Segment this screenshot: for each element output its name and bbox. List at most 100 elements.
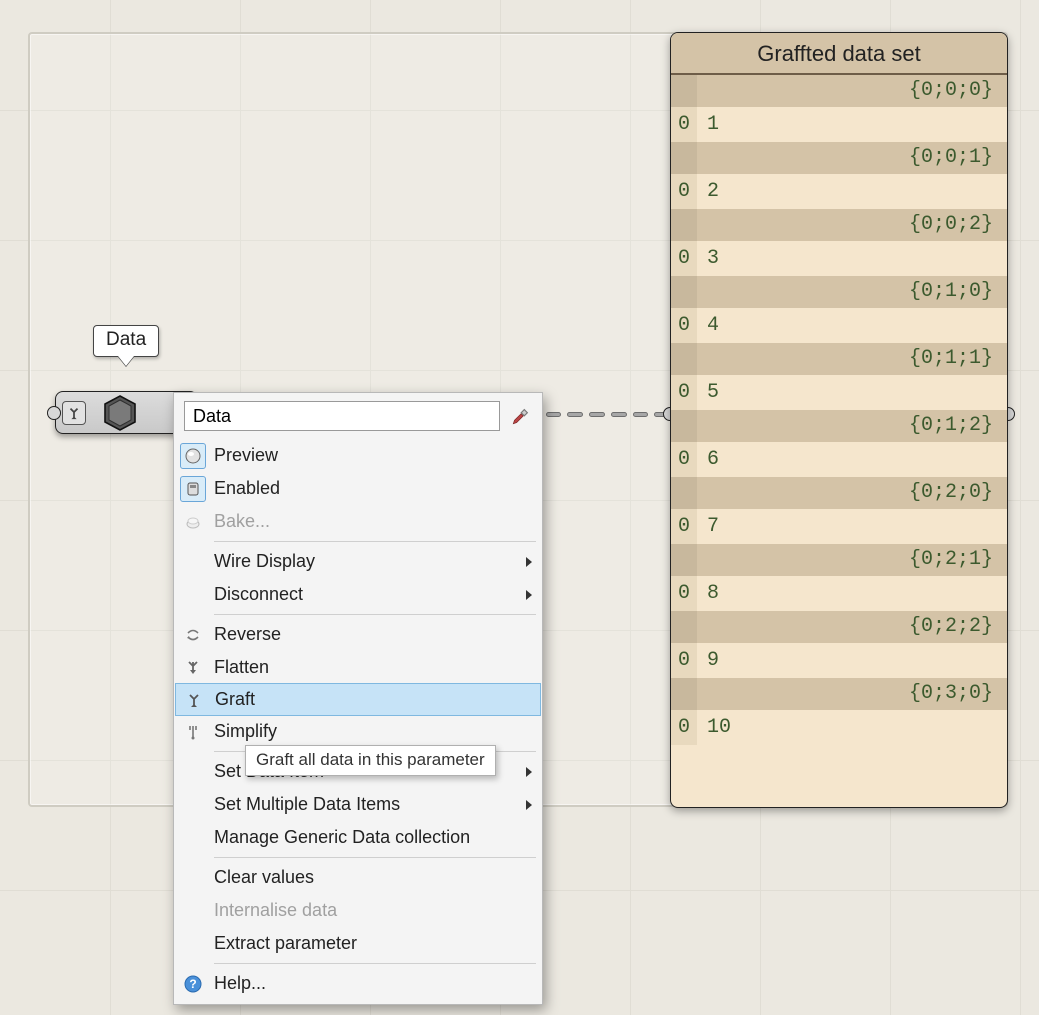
menu-clear-label: Clear values bbox=[214, 867, 532, 888]
graft-icon bbox=[181, 687, 207, 713]
data-panel[interactable]: Graffted data set {0;0;0}01{0;0;1}02{0;0… bbox=[670, 32, 1008, 808]
blank-icon bbox=[180, 865, 206, 891]
panel-path-row: {0;0;1} bbox=[671, 142, 1007, 174]
input-port[interactable] bbox=[47, 406, 61, 420]
bake-icon bbox=[180, 509, 206, 535]
panel-path-row: {0;2;2} bbox=[671, 611, 1007, 643]
component-label-text: Data bbox=[106, 329, 146, 350]
tooltip: Graft all data in this parameter bbox=[245, 745, 496, 776]
context-menu: Preview Enabled Bake... Wire Display Dis… bbox=[173, 392, 543, 1005]
rename-row bbox=[174, 393, 542, 439]
panel-path-row: {0;0;0} bbox=[671, 75, 1007, 107]
menu-help[interactable]: ? Help... bbox=[174, 967, 542, 1000]
graft-icon bbox=[62, 401, 86, 425]
menu-flatten-label: Flatten bbox=[214, 657, 532, 678]
panel-path-row: {0;2;1} bbox=[671, 544, 1007, 576]
panel-path-row: {0;1;2} bbox=[671, 410, 1007, 442]
submenu-arrow-icon bbox=[526, 557, 532, 567]
blank-icon bbox=[180, 759, 206, 785]
tooltip-text: Graft all data in this parameter bbox=[256, 750, 485, 769]
panel-row-value: 10 bbox=[697, 710, 731, 745]
panel-row-index: 0 bbox=[671, 509, 697, 544]
panel-row-value: 5 bbox=[697, 375, 719, 410]
panel-value-row: 07 bbox=[671, 509, 1007, 544]
panel-path-row: {0;1;0} bbox=[671, 276, 1007, 308]
panel-row-index: 0 bbox=[671, 308, 697, 343]
component-label: Data bbox=[93, 325, 159, 357]
menu-graft-label: Graft bbox=[215, 689, 530, 710]
menu-wire-label: Wire Display bbox=[214, 551, 526, 572]
menu-disconnect[interactable]: Disconnect bbox=[174, 578, 542, 611]
menu-clear-values[interactable]: Clear values bbox=[174, 861, 542, 894]
menu-manage-collection[interactable]: Manage Generic Data collection bbox=[174, 821, 542, 854]
menu-internalise: Internalise data bbox=[174, 894, 542, 927]
menu-bake-label: Bake... bbox=[214, 511, 532, 532]
flatten-icon bbox=[180, 655, 206, 681]
panel-row-value: 9 bbox=[697, 643, 719, 678]
panel-path-row: {0;3;0} bbox=[671, 678, 1007, 710]
panel-value-row: 06 bbox=[671, 442, 1007, 477]
panel-row-index: 0 bbox=[671, 174, 697, 209]
panel-row-index: 0 bbox=[671, 375, 697, 410]
simplify-icon bbox=[180, 719, 206, 745]
panel-path-row: {0;1;1} bbox=[671, 343, 1007, 375]
panel-row-index: 0 bbox=[671, 241, 697, 276]
rename-input[interactable] bbox=[184, 401, 500, 431]
submenu-arrow-icon bbox=[526, 590, 532, 600]
submenu-arrow-icon bbox=[526, 800, 532, 810]
blank-icon bbox=[180, 898, 206, 924]
menu-set-multiple-data-items[interactable]: Set Multiple Data Items bbox=[174, 788, 542, 821]
blank-icon bbox=[180, 792, 206, 818]
menu-simplify-label: Simplify bbox=[214, 721, 532, 742]
blank-icon bbox=[180, 931, 206, 957]
panel-row-value: 8 bbox=[697, 576, 719, 611]
blank-icon bbox=[180, 582, 206, 608]
rename-icon bbox=[510, 405, 532, 427]
panel-row-index: 0 bbox=[671, 576, 697, 611]
panel-row-value: 1 bbox=[697, 107, 719, 142]
panel-path-row: {0;0;2} bbox=[671, 209, 1007, 241]
menu-preview[interactable]: Preview bbox=[174, 439, 542, 472]
panel-path-row: {0;2;0} bbox=[671, 477, 1007, 509]
panel-value-row: 02 bbox=[671, 174, 1007, 209]
reverse-icon bbox=[180, 622, 206, 648]
menu-enabled[interactable]: Enabled bbox=[174, 472, 542, 505]
panel-row-value: 7 bbox=[697, 509, 719, 544]
menu-disconnect-label: Disconnect bbox=[214, 584, 526, 605]
menu-help-label: Help... bbox=[214, 973, 532, 994]
blank-icon bbox=[180, 549, 206, 575]
menu-reverse[interactable]: Reverse bbox=[174, 618, 542, 651]
menu-preview-label: Preview bbox=[214, 445, 532, 466]
menu-bake: Bake... bbox=[174, 505, 542, 538]
menu-internalise-label: Internalise data bbox=[214, 900, 532, 921]
panel-value-row: 010 bbox=[671, 710, 1007, 745]
menu-setmulti-label: Set Multiple Data Items bbox=[214, 794, 526, 815]
blank-icon bbox=[180, 825, 206, 851]
panel-row-value: 2 bbox=[697, 174, 719, 209]
panel-value-row: 08 bbox=[671, 576, 1007, 611]
help-icon: ? bbox=[180, 971, 206, 997]
menu-extract-parameter[interactable]: Extract parameter bbox=[174, 927, 542, 960]
menu-managecol-label: Manage Generic Data collection bbox=[214, 827, 532, 848]
hexagon-icon bbox=[100, 393, 140, 433]
panel-body: {0;0;0}01{0;0;1}02{0;0;2}03{0;1;0}04{0;1… bbox=[671, 75, 1007, 745]
menu-wire-display[interactable]: Wire Display bbox=[174, 545, 542, 578]
separator bbox=[214, 541, 536, 542]
separator bbox=[214, 963, 536, 964]
separator bbox=[214, 614, 536, 615]
svg-text:?: ? bbox=[189, 977, 196, 991]
panel-value-row: 04 bbox=[671, 308, 1007, 343]
menu-enabled-label: Enabled bbox=[214, 478, 532, 499]
panel-row-value: 3 bbox=[697, 241, 719, 276]
menu-extract-label: Extract parameter bbox=[214, 933, 532, 954]
submenu-arrow-icon bbox=[526, 767, 532, 777]
menu-reverse-label: Reverse bbox=[214, 624, 532, 645]
menu-simplify[interactable]: Simplify bbox=[174, 715, 542, 748]
panel-value-row: 05 bbox=[671, 375, 1007, 410]
menu-graft[interactable]: Graft bbox=[175, 683, 541, 716]
panel-row-index: 0 bbox=[671, 442, 697, 477]
menu-flatten[interactable]: Flatten bbox=[174, 651, 542, 684]
panel-value-row: 01 bbox=[671, 107, 1007, 142]
panel-value-row: 03 bbox=[671, 241, 1007, 276]
panel-title: Graffted data set bbox=[671, 33, 1007, 75]
